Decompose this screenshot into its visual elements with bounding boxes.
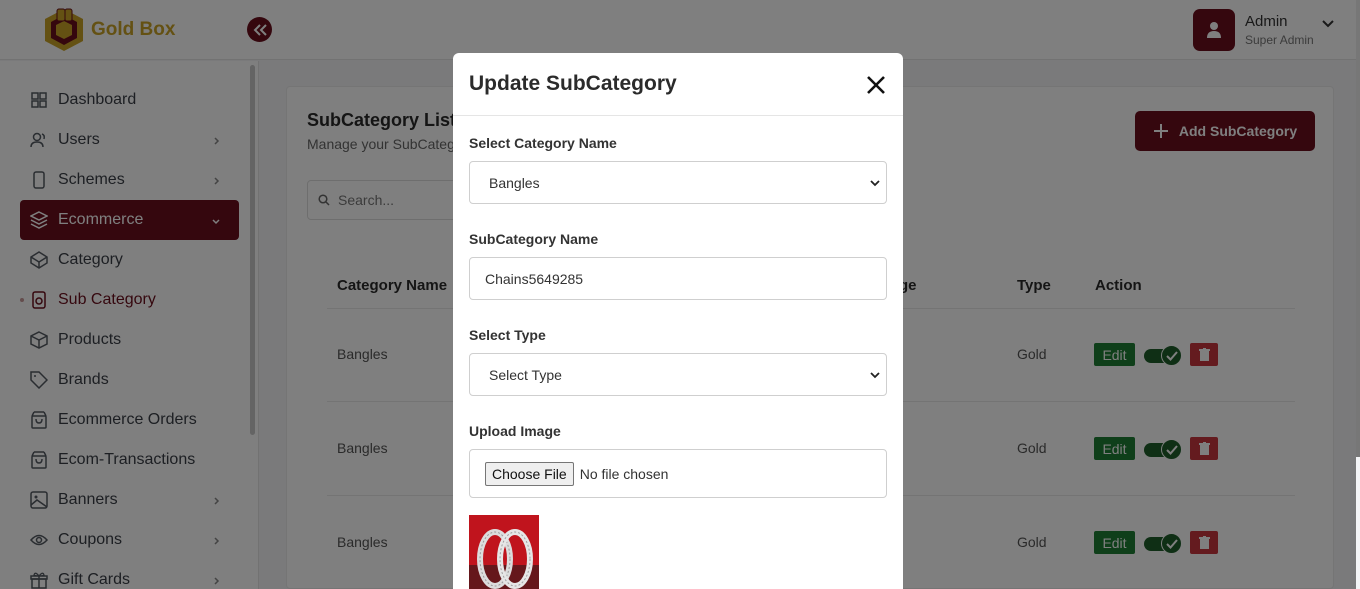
subcategory-name-label: SubCategory Name bbox=[469, 231, 599, 247]
file-upload-input[interactable]: Choose File No file chosen bbox=[469, 449, 887, 498]
category-select[interactable]: Bangles bbox=[469, 161, 887, 204]
subcategory-name-value: Chains5649285 bbox=[485, 270, 584, 287]
upload-image-label: Upload Image bbox=[469, 423, 561, 439]
close-modal-button[interactable] bbox=[865, 74, 887, 96]
choose-file-button[interactable]: Choose File bbox=[485, 461, 574, 486]
type-select-value: Select Type bbox=[489, 366, 562, 383]
category-select-value: Bangles bbox=[489, 174, 540, 191]
chevron-down-icon bbox=[870, 180, 880, 187]
page-scrollbar[interactable] bbox=[1356, 0, 1360, 457]
subcategory-name-input[interactable]: Chains5649285 bbox=[469, 257, 887, 300]
type-select[interactable]: Select Type bbox=[469, 353, 887, 396]
close-icon bbox=[867, 76, 885, 94]
modal-title: Update SubCategory bbox=[469, 72, 677, 95]
modal-header: Update SubCategory bbox=[453, 53, 903, 116]
update-subcategory-modal: Update SubCategory Select Category Name … bbox=[453, 53, 903, 589]
chevron-down-icon bbox=[870, 372, 880, 379]
bangles-image-preview bbox=[469, 515, 539, 589]
no-file-text: No file chosen bbox=[579, 465, 669, 482]
category-select-label: Select Category Name bbox=[469, 135, 617, 151]
type-select-label: Select Type bbox=[469, 327, 546, 343]
